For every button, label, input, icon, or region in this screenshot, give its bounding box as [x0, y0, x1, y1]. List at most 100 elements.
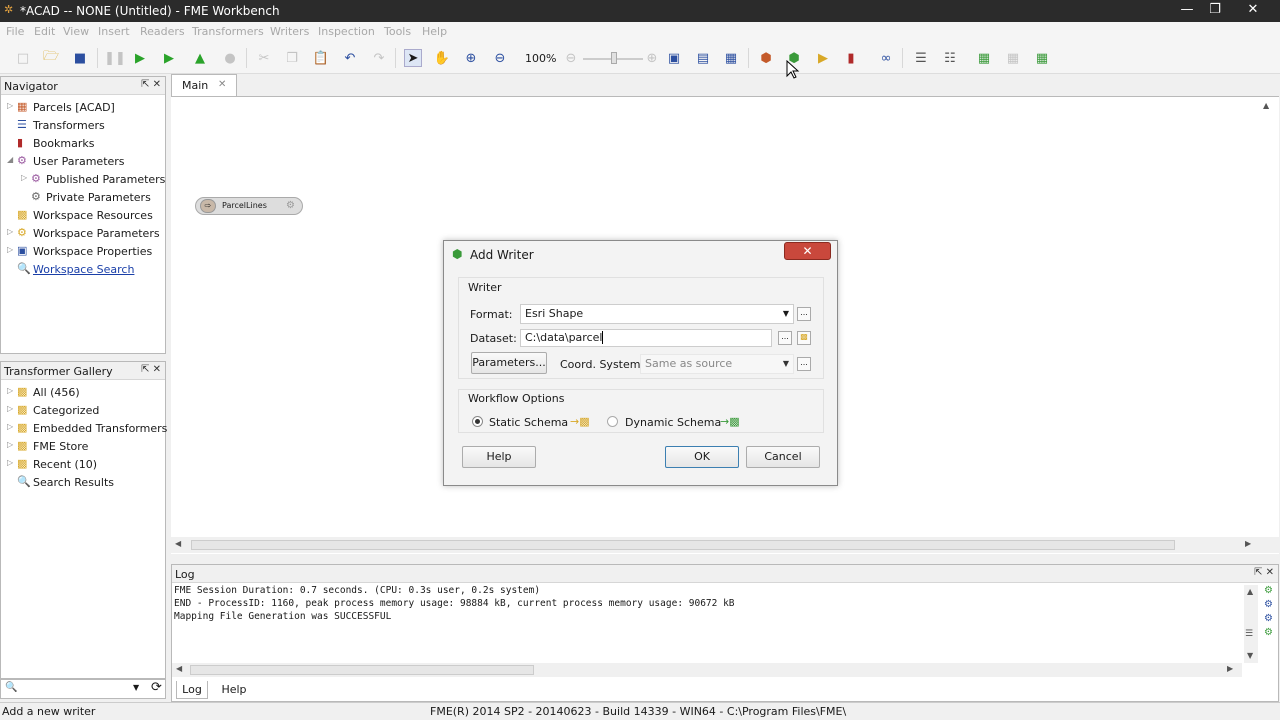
feature-type-node[interactable]: ⇨ ParcelLines ⚙ — [195, 197, 303, 215]
zoom-in-icon[interactable]: ⊕ — [462, 49, 480, 67]
nav-item-private-parameters[interactable]: ⚙ Private Parameters — [1, 189, 165, 207]
help-button[interactable]: Help — [462, 446, 536, 468]
gallery-item-fme-store[interactable]: ▷ ▩ FME Store — [1, 438, 165, 456]
align-vertical-icon[interactable]: ☷ — [941, 49, 959, 67]
static-schema-label[interactable]: Static Schema — [489, 416, 568, 429]
menu-file[interactable]: File — [6, 25, 24, 38]
close-window-button[interactable]: ✕ — [1238, 0, 1268, 22]
paste-icon[interactable]: 📋 — [312, 49, 330, 67]
gallery-item-categorized[interactable]: ▷ ▩ Categorized — [1, 402, 165, 420]
stop-icon[interactable]: ● — [221, 49, 239, 67]
menu-tools[interactable]: Tools — [384, 25, 411, 38]
restore-button[interactable]: ❐ — [1200, 0, 1230, 22]
folder-icon[interactable]: ▩ — [797, 331, 811, 345]
layout-icon[interactable]: ▦ — [975, 49, 993, 67]
redo-icon[interactable]: ↷ — [370, 49, 388, 67]
dataset-input[interactable]: C:\data\parcel​ — [520, 329, 772, 347]
select-pointer-icon[interactable]: ➤ — [404, 49, 422, 67]
dynamic-schema-radio[interactable] — [607, 416, 618, 427]
panel-controls[interactable]: ⇱ ✕ — [141, 364, 161, 375]
coord-system-select[interactable]: Same as source ▼ — [640, 354, 794, 374]
zoom-out-icon[interactable]: ⊖ — [491, 49, 509, 67]
scrollbar-thumb[interactable] — [191, 540, 1175, 550]
gallery-item-embedded[interactable]: ▷ ▩ Embedded Transformers — [1, 420, 167, 438]
cut-icon[interactable]: ✂ — [255, 49, 273, 67]
format-browse-button[interactable]: ... — [797, 307, 811, 321]
menu-insert[interactable]: Insert — [98, 25, 130, 38]
scrollbar-thumb[interactable] — [190, 665, 534, 675]
cancel-button[interactable]: Cancel — [746, 446, 820, 468]
gallery-item-all[interactable]: ▷ ▩ All (456) — [1, 384, 165, 402]
filter-icon[interactable]: ⚙ — [1264, 613, 1273, 624]
dataset-browse-button[interactable]: ... — [778, 331, 792, 345]
nav-item-bookmarks[interactable]: ▮ Bookmarks — [1, 135, 165, 153]
menu-inspection[interactable]: Inspection — [318, 25, 375, 38]
log-vscrollbar[interactable]: ▲ ▼ ☰ — [1244, 585, 1258, 663]
fit-window-icon[interactable]: ▤ — [694, 49, 712, 67]
layout-disabled-icon[interactable]: ▦ — [1004, 49, 1022, 67]
menu-transformers[interactable]: Transformers — [192, 25, 264, 38]
refresh-icon[interactable]: ⟳ — [151, 680, 162, 695]
zoom-slider-thumb[interactable] — [611, 52, 617, 64]
nav-item-workspace-resources[interactable]: ▩ Workspace Resources — [1, 207, 165, 225]
format-select[interactable]: Esri Shape ▼ — [520, 304, 794, 324]
static-schema-radio[interactable] — [472, 416, 483, 427]
undo-icon[interactable]: ↶ — [341, 49, 359, 67]
ok-button[interactable]: OK — [665, 446, 739, 468]
filter-icon[interactable]: ⚙ — [1264, 599, 1273, 610]
canvas-hscrollbar[interactable]: ◀ ▶ — [171, 537, 1279, 553]
search-icon: 🔍 — [5, 682, 18, 693]
nav-item-transformers[interactable]: ☰ Transformers — [1, 117, 165, 135]
tab-help[interactable]: Help — [216, 682, 252, 700]
menu-edit[interactable]: Edit — [34, 25, 55, 38]
pan-hand-icon[interactable]: ✋ — [433, 49, 451, 67]
align-horizontal-icon[interactable]: ☰ — [912, 49, 930, 67]
parameters-button[interactable]: Parameters... — [471, 352, 547, 374]
add-reader-icon[interactable]: ⬢ — [757, 49, 775, 67]
menu-help[interactable]: Help — [422, 25, 447, 38]
open-icon[interactable]: 🗁 — [42, 49, 60, 67]
save-icon[interactable]: ■ — [71, 49, 89, 67]
menu-writers[interactable]: Writers — [270, 25, 309, 38]
bookmark-icon[interactable]: ▮ — [842, 49, 860, 67]
gallery-item-search-results[interactable]: 🔍 Search Results — [1, 474, 165, 492]
dialog-close-button[interactable]: ✕ — [784, 242, 831, 260]
close-tab-icon[interactable]: ✕ — [218, 79, 226, 90]
link-icon[interactable]: ∞ — [877, 49, 895, 67]
arrange-icon[interactable]: ▦ — [1033, 49, 1051, 67]
partial-run-icon[interactable]: ▲ — [191, 49, 209, 67]
log-hscrollbar[interactable]: ◀ ▶ — [172, 663, 1242, 677]
menu-view[interactable]: View — [63, 25, 89, 38]
gallery-item-recent[interactable]: ▷ ▩ Recent (10) — [1, 456, 165, 474]
zoom-extents-icon[interactable]: ▣ — [665, 49, 683, 67]
copy-icon[interactable]: ❐ — [283, 49, 301, 67]
dynamic-schema-label[interactable]: Dynamic Schema — [625, 416, 721, 429]
zoom-plus-icon[interactable]: ⊕ — [643, 49, 661, 67]
tab-main[interactable]: Main ✕ — [171, 74, 237, 96]
thumbnail-icon[interactable]: ▦ — [722, 49, 740, 67]
settings-icon[interactable]: ⚙ — [1264, 627, 1273, 638]
add-transformer-icon[interactable]: ▶ — [814, 49, 832, 67]
panel-controls[interactable]: ⇱ ✕ — [1254, 567, 1274, 578]
nav-item-parcels[interactable]: ▷ ▦ Parcels [ACAD] — [1, 99, 165, 117]
nav-item-user-parameters[interactable]: ◢ ⚙ User Parameters — [1, 153, 165, 171]
nav-item-workspace-search[interactable]: 🔍 Workspace Search — [1, 261, 165, 279]
gallery-search-box[interactable]: 🔍 ▼ ⟳ — [0, 679, 166, 699]
scroll-up-icon[interactable]: ▲ — [1263, 101, 1269, 110]
nav-item-workspace-properties[interactable]: ▷ ▣ Workspace Properties — [1, 243, 165, 261]
gear-icon[interactable]: ⚙ — [286, 200, 295, 211]
panel-controls[interactable]: ⇱ ✕ — [141, 79, 161, 90]
coord-system-browse-button[interactable]: ... — [797, 357, 811, 371]
run-icon[interactable]: ▶ — [131, 49, 149, 67]
menu-readers[interactable]: Readers — [140, 25, 185, 38]
run-to-icon[interactable]: ▶ — [160, 49, 178, 67]
minimize-button[interactable]: — — [1172, 0, 1202, 22]
pause-icon[interactable]: ❚❚ — [104, 49, 126, 67]
nav-item-workspace-parameters[interactable]: ▷ ⚙ Workspace Parameters — [1, 225, 165, 243]
chevron-down-icon[interactable]: ▼ — [133, 683, 139, 692]
tab-log[interactable]: Log — [176, 681, 208, 699]
new-icon[interactable]: □ — [14, 49, 32, 67]
zoom-minus-icon[interactable]: ⊖ — [562, 49, 580, 67]
filter-icon[interactable]: ⚙ — [1264, 585, 1273, 596]
nav-item-published-parameters[interactable]: ▷ ⚙ Published Parameters — [1, 171, 165, 189]
